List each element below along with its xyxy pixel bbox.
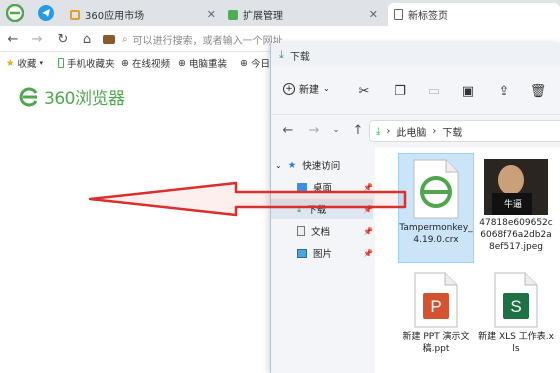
annotation-arrow <box>88 181 407 217</box>
